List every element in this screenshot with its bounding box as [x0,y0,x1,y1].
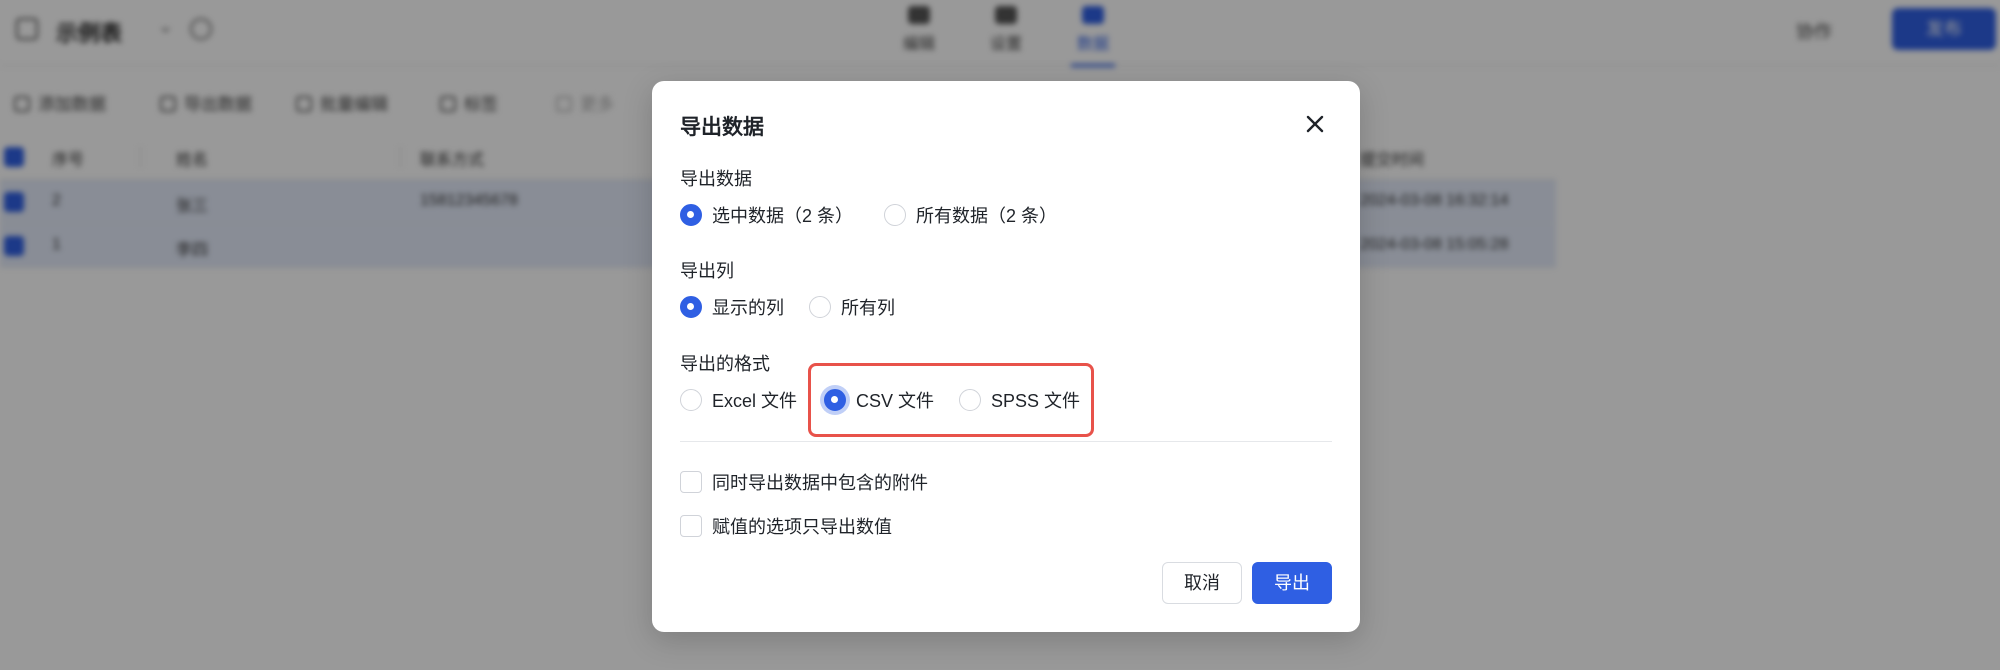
checkbox-include-attachments-label: 同时导出数据中包含的附件 [712,473,928,493]
radio-selected-data-control[interactable] [680,204,702,226]
checkbox-include-attachments-control[interactable] [680,471,702,493]
radio-all-columns-label: 所有列 [841,298,895,318]
checkbox-values-only-label: 赋值的选项只导出数值 [712,517,892,537]
highlight-annotation [808,363,1094,437]
checkbox-include-attachments[interactable]: 同时导出数据中包含的附件 [680,469,928,495]
radio-visible-columns-control[interactable] [680,296,702,318]
checkbox-values-only[interactable]: 赋值的选项只导出数值 [680,513,892,539]
radio-excel[interactable]: Excel 文件 [680,387,797,413]
radio-excel-control[interactable] [680,389,702,411]
radio-visible-columns-label: 显示的列 [712,298,784,318]
dialog-title: 导出数据 [680,116,764,139]
checkbox-values-only-control[interactable] [680,515,702,537]
export-columns-label: 导出列 [680,261,734,281]
radio-all-data-control[interactable] [884,204,906,226]
close-icon [1306,115,1324,133]
export-button[interactable]: 导出 [1252,562,1332,604]
cancel-button[interactable]: 取消 [1162,562,1242,604]
export-format-label: 导出的格式 [680,354,770,374]
radio-all-data[interactable]: 所有数据（2 条） [884,202,1057,228]
divider [680,441,1332,442]
radio-excel-label: Excel 文件 [712,391,798,411]
export-dialog: 导出数据 导出数据 选中数据（2 条） 所有数据（2 条） 导出列 显示的列 所… [652,81,1360,632]
radio-all-data-label: 所有数据（2 条） [916,206,1058,226]
radio-all-columns-control[interactable] [809,296,831,318]
radio-selected-data[interactable]: 选中数据（2 条） [680,202,853,228]
radio-all-columns[interactable]: 所有列 [809,294,895,320]
export-data-label: 导出数据 [680,169,752,189]
radio-visible-columns[interactable]: 显示的列 [680,294,784,320]
close-button[interactable] [1302,111,1328,137]
radio-selected-data-label: 选中数据（2 条） [712,206,854,226]
